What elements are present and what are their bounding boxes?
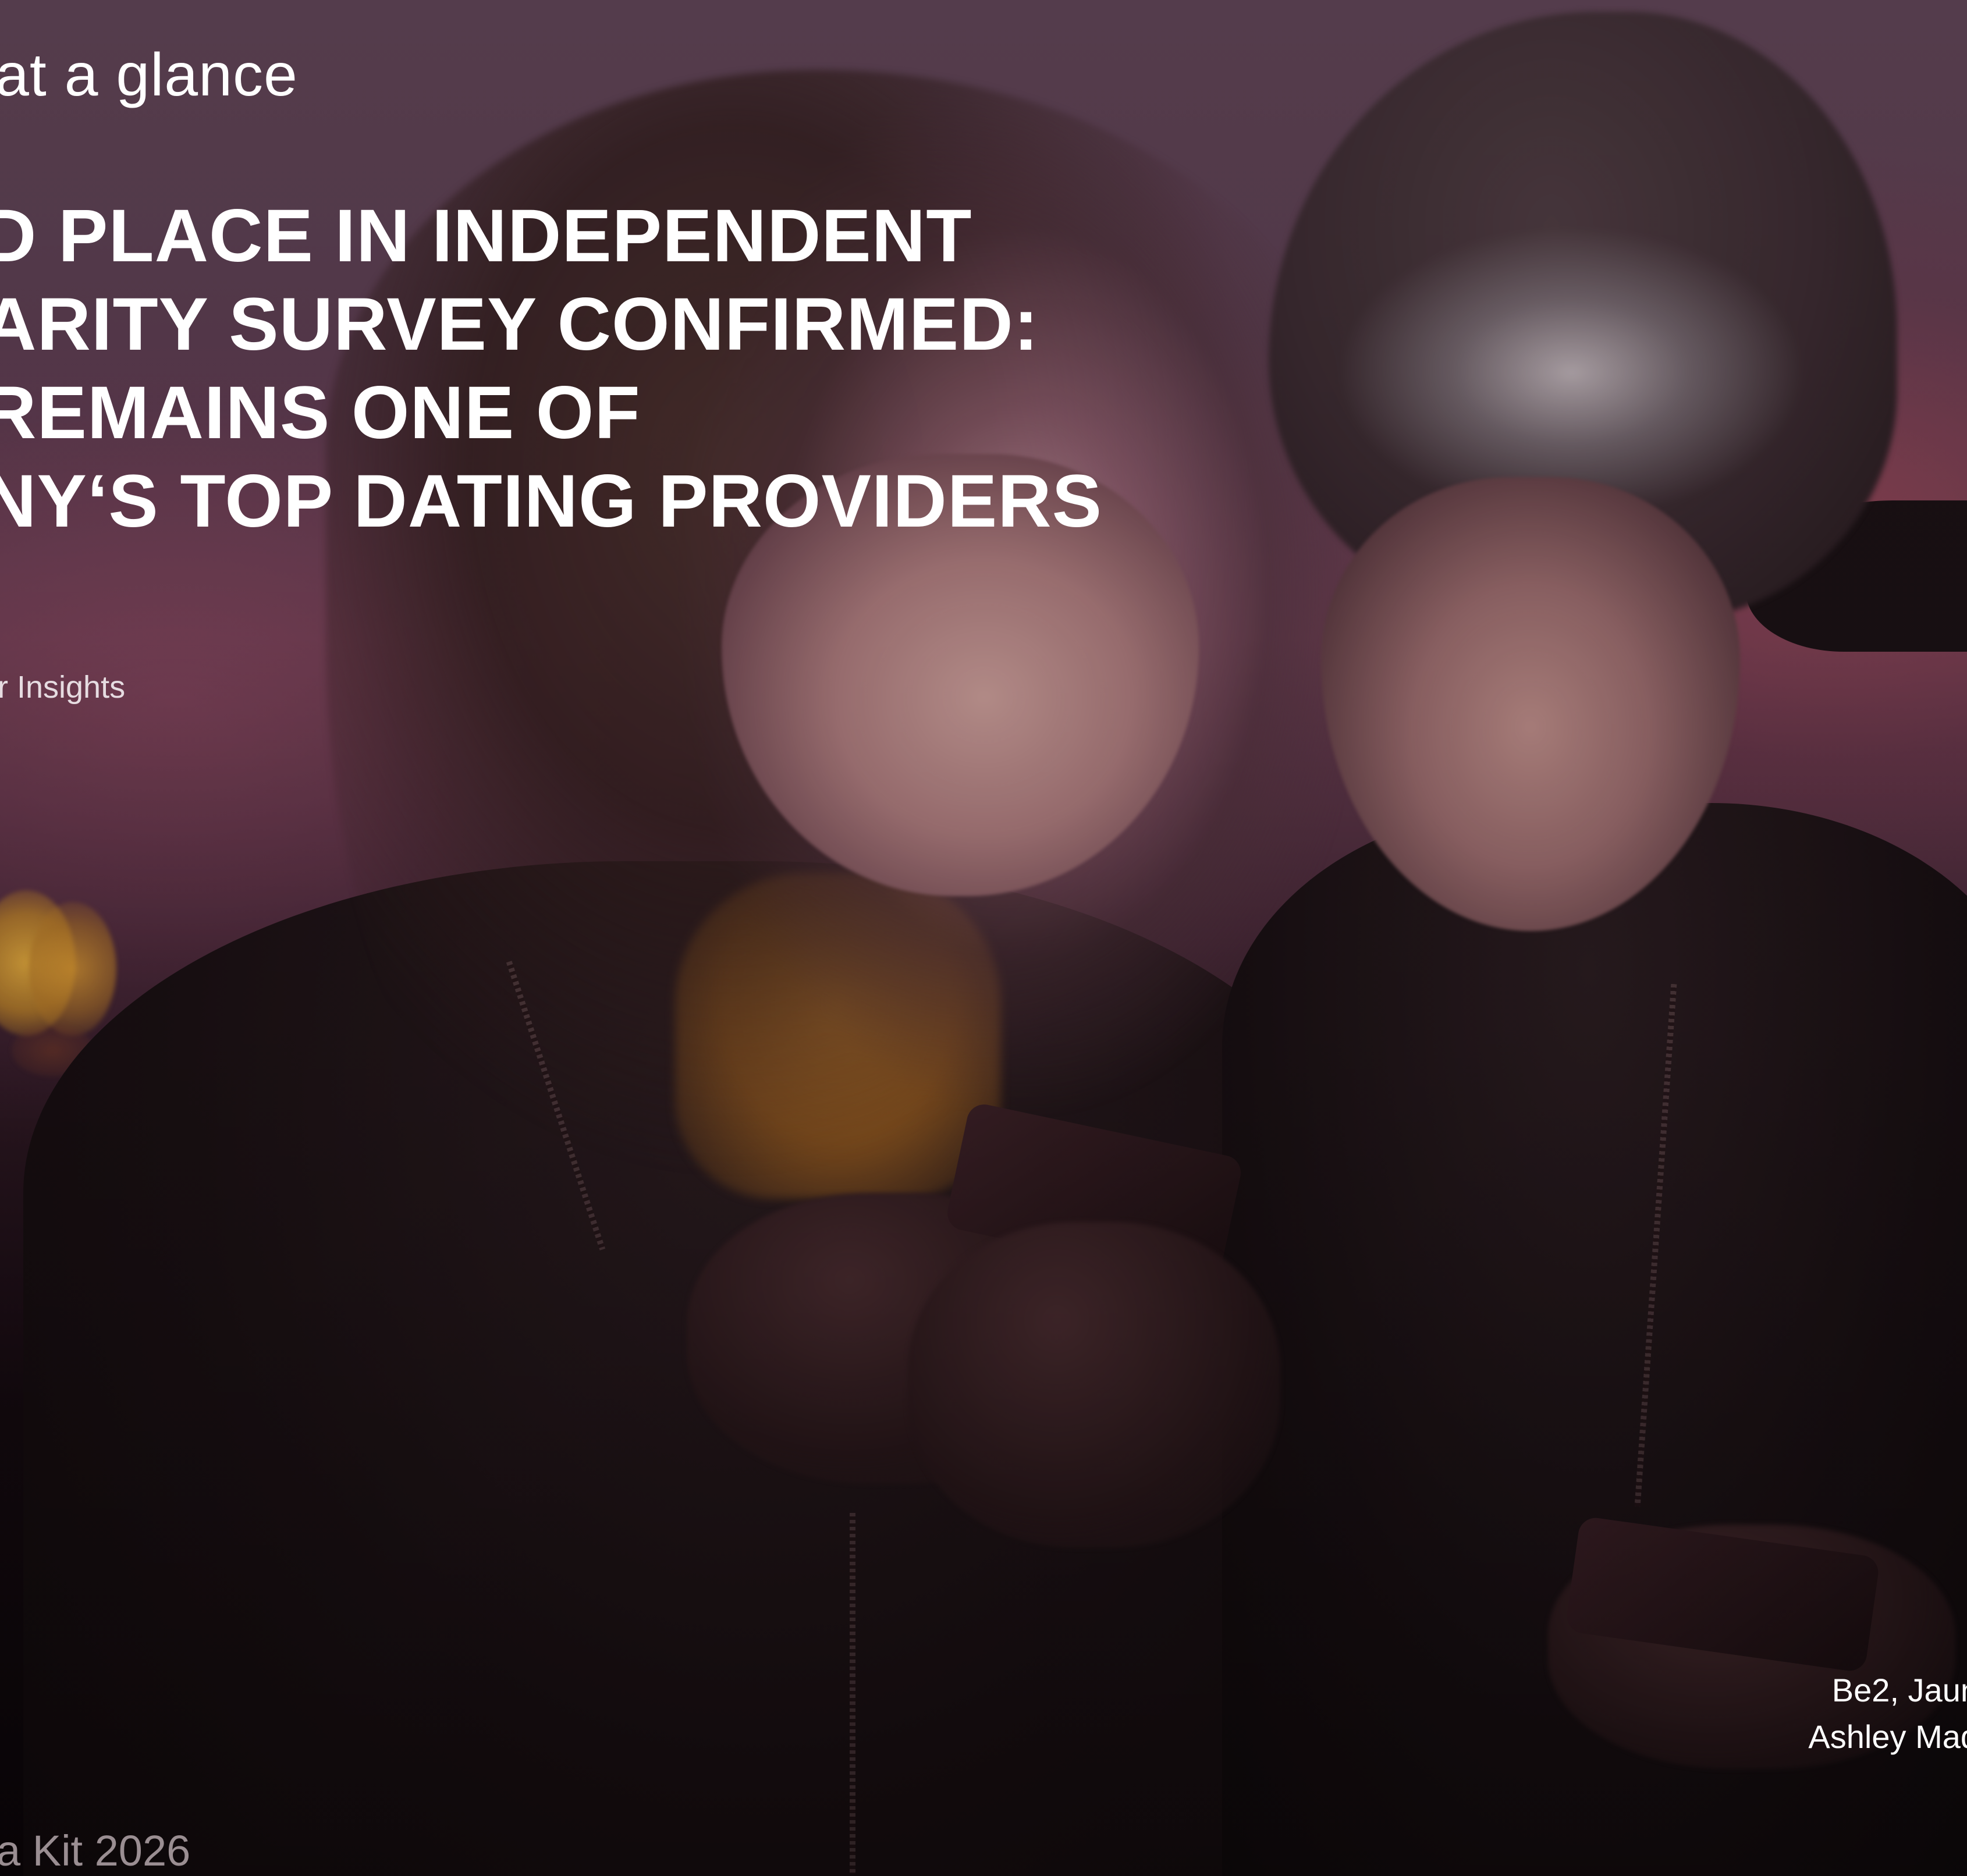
photo-slide: at a glance D PLACE IN INDEPENDENT ARITY…: [0, 0, 1967, 1876]
headline-line: D PLACE IN INDEPENDENT: [0, 194, 972, 278]
headline-line: ARITY SURVEY CONFIRMED:: [0, 283, 1039, 366]
caption-line: Be2, Jaun: [1831, 1672, 1967, 1708]
headline-line: REMAINS ONE OF: [0, 371, 641, 454]
brand-caption: Be2, Jaun Ashley Mad: [1808, 1667, 1967, 1760]
footer-label: a Kit 2026: [0, 1827, 191, 1875]
section-eyebrow: at a glance: [0, 41, 298, 109]
headline: D PLACE IN INDEPENDENT ARITY SURVEY CONF…: [0, 192, 1102, 546]
headline-line: NY‘S TOP DATING PROVIDERS: [0, 460, 1102, 543]
caption-line: Ashley Mad: [1808, 1718, 1967, 1755]
subline: r Insights: [0, 670, 126, 705]
